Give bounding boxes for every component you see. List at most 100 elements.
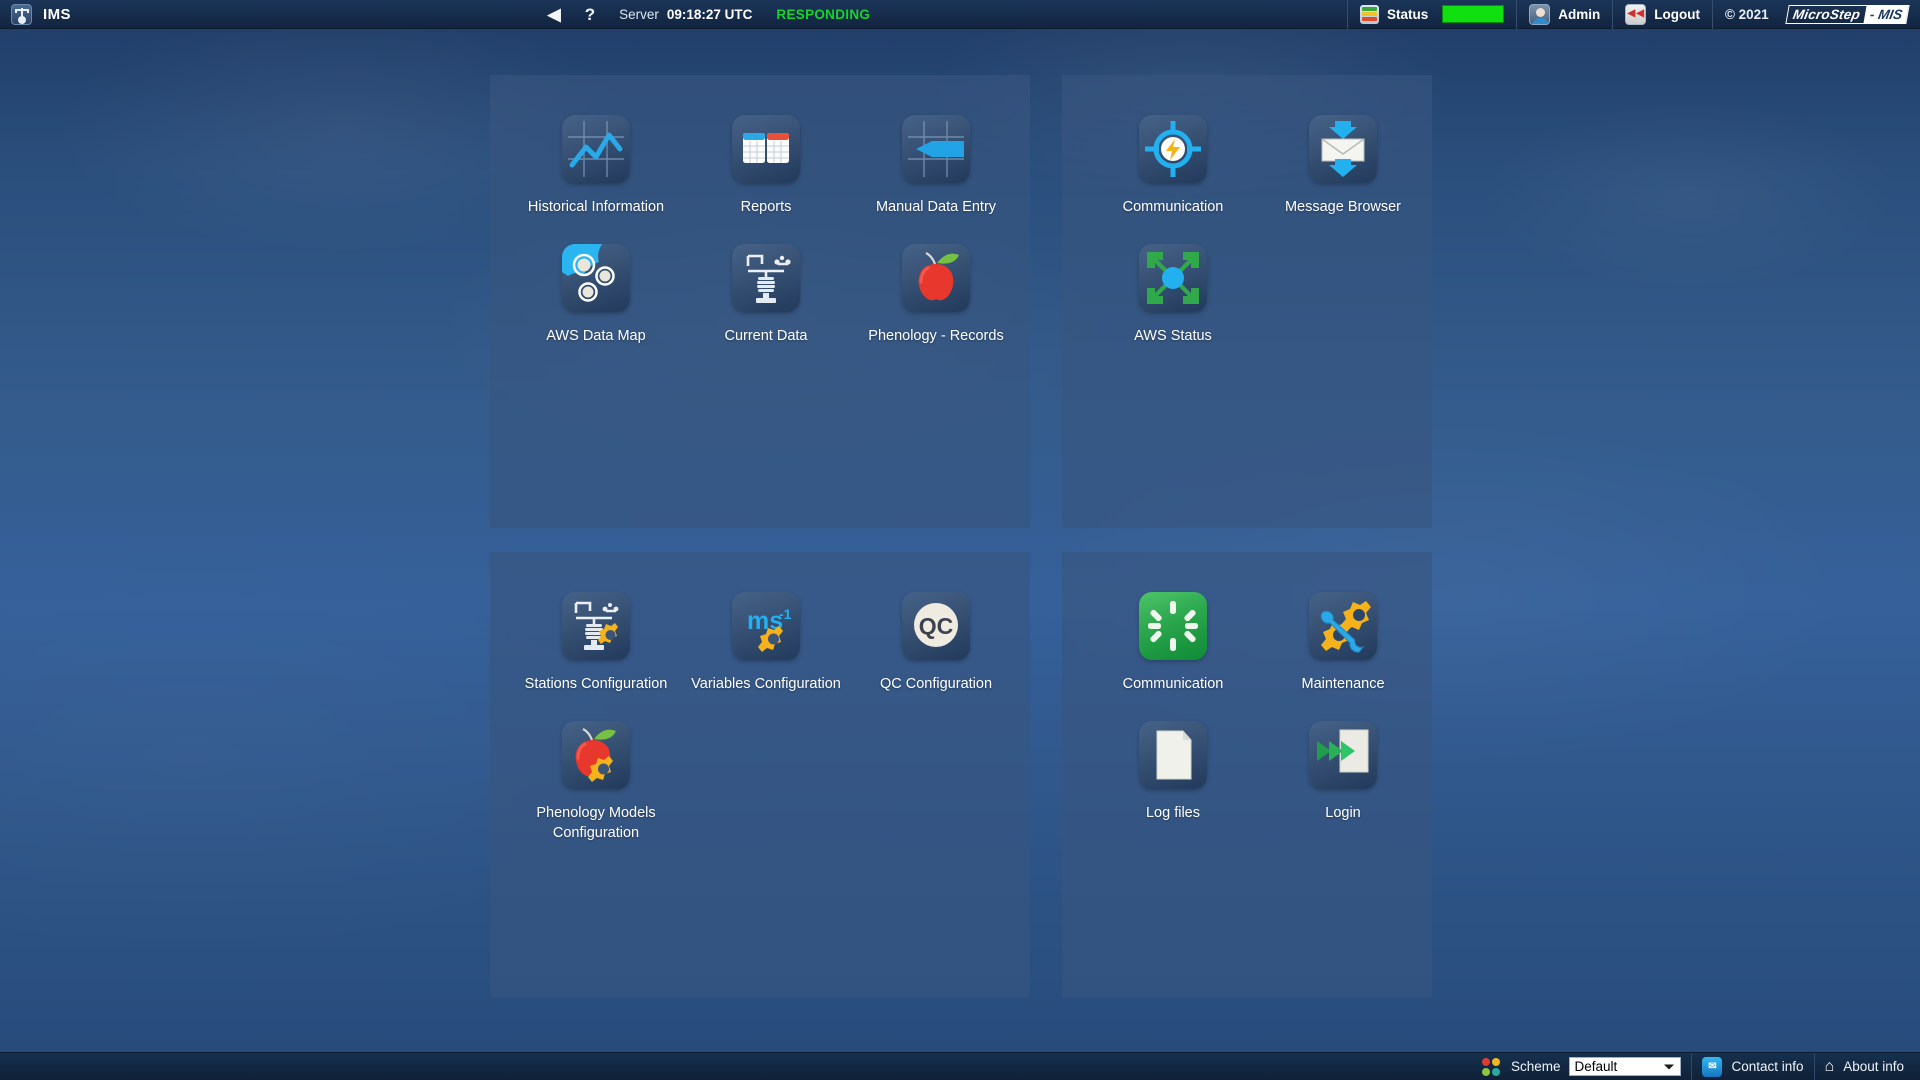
tile-login[interactable]: Login: [1258, 721, 1428, 823]
server-clock: Server 09:18:27 UTC: [607, 0, 764, 29]
panel-configuration: Stations Configuration ms -1 Variables C…: [490, 552, 1030, 997]
tile-aws-data-map[interactable]: AWS Data Map: [511, 244, 681, 346]
tile-label: Message Browser: [1284, 199, 1402, 215]
ms-gear-icon: ms -1: [732, 592, 800, 660]
copyright-text: © 2021: [1724, 6, 1769, 22]
tile-grid: Stations Configuration ms -1 Variables C…: [490, 552, 1030, 870]
tile-grid: Historical Information Reports Manual Da…: [490, 75, 1030, 373]
scheme-select[interactable]: Default: [1569, 1057, 1682, 1076]
aws-status-arrows-icon: [1139, 244, 1207, 312]
tile-log-files[interactable]: Log files: [1088, 721, 1258, 823]
tile-reports[interactable]: Reports: [681, 115, 851, 217]
tile-label: Variables Configuration: [691, 676, 841, 692]
about-info-label: About info: [1843, 1059, 1904, 1074]
tile-label: Communication: [1122, 676, 1224, 692]
tile-label: AWS Data Map: [546, 328, 646, 344]
help-button[interactable]: ?: [573, 0, 607, 29]
brand-name-part2: - MIS: [1863, 5, 1909, 23]
panel-communication-status: Communication Message Browser AWS Status: [1062, 75, 1432, 528]
tile-current-data[interactable]: Current Data: [681, 244, 851, 346]
tile-label: Current Data: [724, 328, 808, 344]
weather-station-icon: [732, 244, 800, 312]
server-state: RESPONDING: [764, 0, 882, 29]
brand-name-part1: MicroStep: [1791, 6, 1862, 22]
tile-label: Phenology Models Configuration: [536, 805, 656, 841]
color-scheme-icon: [1481, 1057, 1502, 1076]
tile-stations-configuration[interactable]: Stations Configuration: [511, 592, 681, 694]
weather-station-icon: [11, 3, 32, 25]
server-label: Server: [619, 6, 659, 22]
tile-historical-information[interactable]: Historical Information: [511, 115, 681, 217]
tile-qc-configuration[interactable]: QC QC Configuration: [851, 592, 1021, 694]
tile-label: Historical Information: [527, 199, 665, 215]
contact-info-label: Contact info: [1731, 1059, 1804, 1074]
tile-label: Log files: [1145, 805, 1200, 821]
divider: [1691, 1052, 1693, 1080]
reports-tables-icon: [732, 115, 800, 183]
app-title: IMS: [43, 5, 71, 23]
home-icon: ⌂: [1824, 1057, 1835, 1075]
tile-variables-configuration[interactable]: ms -1 Variables Configuration: [681, 592, 851, 694]
tile-communication[interactable]: Communication: [1088, 115, 1258, 217]
login-arrows-icon: [1309, 721, 1377, 789]
bottom-bar: Scheme Default ✉ Contact info ⌂ About in…: [0, 1052, 1920, 1080]
back-arrow-icon[interactable]: ◀: [548, 6, 561, 23]
logout-icon: ◀ ◀: [1625, 3, 1647, 25]
server-state-text: RESPONDING: [776, 6, 871, 22]
tile-label: Phenology - Records: [868, 328, 1004, 344]
tile-label: AWS Status: [1134, 328, 1212, 344]
manual-data-entry-icon: [902, 115, 970, 183]
tile-label: Stations Configuration: [524, 676, 668, 692]
tile-aws-status[interactable]: AWS Status: [1088, 244, 1258, 346]
panel-data-operations: Historical Information Reports Manual Da…: [490, 75, 1030, 528]
about-info-button[interactable]: ⌂ About info: [1825, 1053, 1920, 1080]
wrench-gear-icon: [1309, 592, 1377, 660]
user-name: Admin: [1558, 6, 1601, 22]
tile-communication-service[interactable]: Communication: [1088, 592, 1258, 694]
divider: [1813, 1052, 1815, 1080]
top-bar-center-group: ◀ ? Server 09:18:27 UTC RESPONDING: [536, 0, 883, 29]
help-question-icon[interactable]: ?: [585, 6, 595, 23]
green-sun-icon: [1139, 592, 1207, 660]
envelope-icon: [1309, 115, 1377, 183]
tile-label: Manual Data Entry: [875, 199, 997, 215]
communication-bolt-icon: [1139, 115, 1207, 183]
document-icon: [1139, 721, 1207, 789]
avatar: [1529, 3, 1551, 25]
tile-label: Login: [1325, 805, 1361, 821]
logout-button[interactable]: ◀ ◀ Logout: [1613, 0, 1712, 29]
top-bar: IMS ◀ ? Server 09:18:27 UTC RESPONDING S…: [0, 0, 1920, 29]
station-gear-icon: [562, 592, 630, 660]
tile-maintenance[interactable]: Maintenance: [1258, 592, 1428, 694]
server-time: 09:18:27 UTC: [666, 6, 753, 22]
scheme-selected-value: Default: [1574, 1059, 1618, 1074]
svg-text:QC: QC: [919, 613, 954, 639]
tile-label: Maintenance: [1301, 676, 1385, 692]
status-group[interactable]: Status: [1348, 0, 1516, 29]
svg-text:-1: -1: [779, 606, 792, 622]
aws-data-map-icon: [562, 244, 630, 312]
user-account[interactable]: Admin: [1517, 0, 1612, 29]
status-label: Status: [1386, 6, 1429, 22]
panel-system-tools: Communication Maintenance Log files Logi…: [1062, 552, 1432, 997]
tile-label: QC Configuration: [879, 676, 993, 692]
tile-grid: Communication Message Browser AWS Status: [1062, 75, 1432, 373]
logout-label: Logout: [1654, 6, 1700, 22]
tile-grid: Communication Maintenance Log files Logi…: [1062, 552, 1432, 850]
tile-label: Communication: [1122, 199, 1224, 215]
scheme-label: Scheme: [1510, 1059, 1561, 1074]
apple-gear-icon: [562, 721, 630, 789]
status-led: [1442, 5, 1505, 23]
top-bar-right-group: Status Admin ◀ ◀ Logout © 2021 MicroStep …: [1346, 0, 1920, 29]
tile-phenology-records[interactable]: Phenology - Records: [851, 244, 1021, 346]
contact-info-button[interactable]: ✉ Contact info: [1702, 1053, 1804, 1080]
tile-manual-data-entry[interactable]: Manual Data Entry: [851, 115, 1021, 217]
line-chart-icon: [562, 115, 630, 183]
tile-label: Reports: [740, 199, 792, 215]
contact-card-icon: ✉: [1702, 1056, 1723, 1077]
tile-message-browser[interactable]: Message Browser: [1258, 115, 1428, 217]
chevron-down-icon[interactable]: [1664, 1064, 1675, 1069]
back-button[interactable]: ◀: [536, 0, 573, 29]
apple-icon: [902, 244, 970, 312]
tile-phenology-models-configuration[interactable]: Phenology Models Configuration: [511, 721, 681, 843]
